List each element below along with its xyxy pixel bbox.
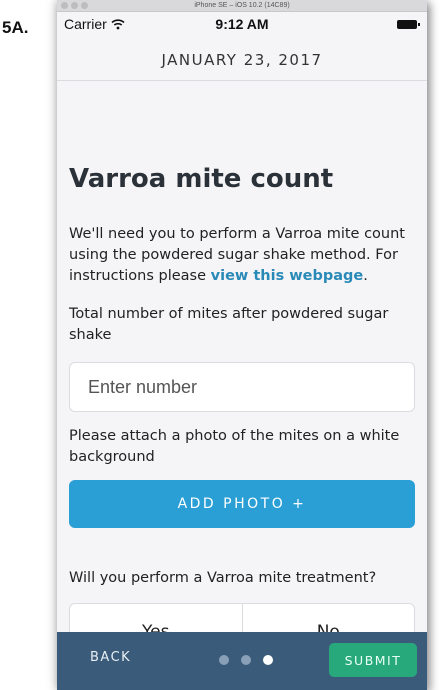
page-dot [219,655,229,665]
status-bar: Carrier 9:12 AM [57,12,427,36]
mite-count-input[interactable] [69,362,415,412]
intro-text: We'll need you to perform a Varroa mite … [69,224,415,287]
view-webpage-link[interactable]: view this webpage [211,268,364,284]
status-time: 9:12 AM [215,16,269,32]
page-dot-active [263,655,273,665]
bottom-nav-bar: BACK SUBMIT [57,632,427,690]
mite-count-label: Total number of mites after powdered sug… [69,306,389,343]
simulator-titlebar: iPhone SE – iOS 10.2 (14C89) [57,0,427,12]
phone-screen: iPhone SE – iOS 10.2 (14C89) Carrier 9:1… [57,0,427,690]
page-indicator [219,655,273,665]
add-photo-button[interactable]: ADD PHOTO + [69,480,415,528]
figure-label: 5A. [2,18,29,37]
back-button[interactable]: BACK [90,650,131,665]
treatment-question: Will you perform a Varroa mite treatment… [69,570,377,586]
simulator-title: iPhone SE – iOS 10.2 (14C89) [194,2,290,9]
page-dot [241,655,251,665]
submit-button[interactable]: SUBMIT [329,643,417,677]
intro-end: . [363,268,368,284]
battery-icon [397,20,420,29]
page-title: Varroa mite count [69,164,334,194]
date-header: JANUARY 23, 2017 [57,36,427,81]
photo-label: Please attach a photo of the mites on a … [69,428,400,465]
